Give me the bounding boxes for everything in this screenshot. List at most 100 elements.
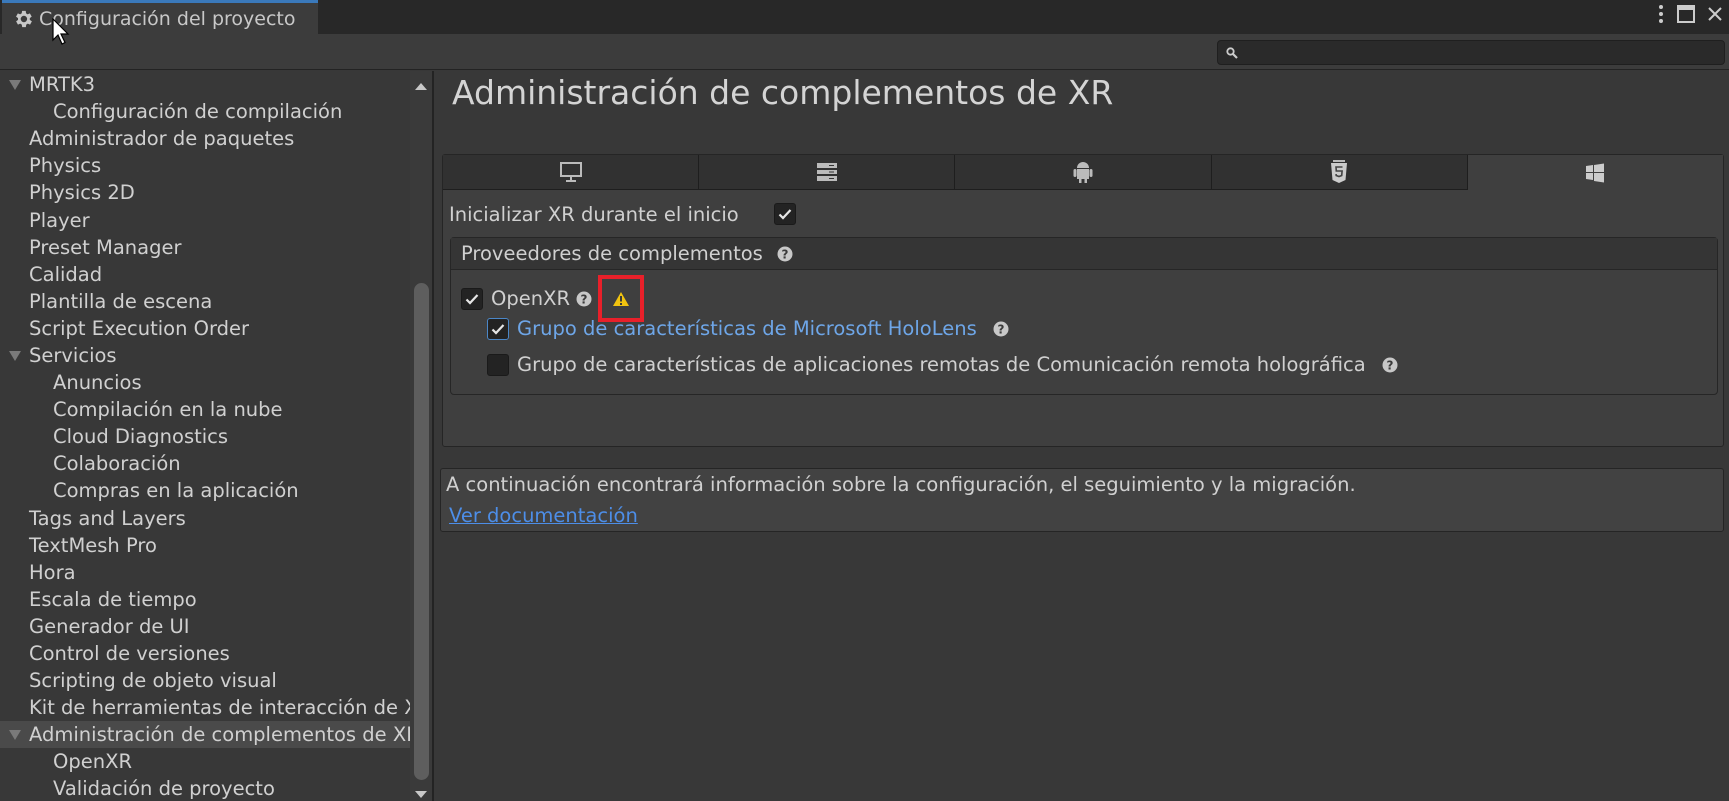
sidebar-item-label: Compras en la aplicación bbox=[53, 479, 299, 503]
scroll-up-arrow-icon[interactable] bbox=[415, 83, 427, 90]
html5-icon bbox=[1331, 160, 1348, 183]
sidebar-item[interactable]: Calidad bbox=[0, 261, 410, 288]
sidebar-item-label: Validación de proyecto bbox=[53, 777, 275, 801]
sidebar-item[interactable]: Control de versiones bbox=[0, 640, 410, 667]
toolbar bbox=[0, 34, 1729, 70]
title-bar: Configuración del proyecto bbox=[0, 0, 1729, 34]
sidebar-item[interactable]: Preset Manager bbox=[0, 234, 410, 261]
sidebar-item-label: Physics 2D bbox=[29, 181, 135, 205]
sidebar-item-label: Hora bbox=[29, 560, 76, 584]
svg-text:?: ? bbox=[997, 322, 1004, 336]
provider-holographic-remoting-row: Grupo de características de aplicaciones… bbox=[487, 353, 1398, 376]
checkmark-icon bbox=[465, 293, 479, 305]
sidebar-item[interactable]: Colaboración bbox=[0, 450, 410, 477]
sidebar-item[interactable]: Scripting de objeto visual bbox=[0, 667, 410, 694]
sidebar-item[interactable]: OpenXR bbox=[0, 748, 410, 775]
sidebar-item[interactable]: Escala de tiempo bbox=[0, 586, 410, 613]
main-panel: Administración de complementos de XR Ini… bbox=[436, 71, 1729, 801]
search-input[interactable] bbox=[1244, 45, 1704, 60]
sidebar-item[interactable]: Compras en la aplicación bbox=[0, 477, 410, 504]
sidebar-item[interactable]: Physics 2D bbox=[0, 179, 410, 206]
holographic-remoting-checkbox[interactable] bbox=[487, 353, 509, 376]
expand-arrow-icon[interactable] bbox=[9, 730, 21, 741]
tab-platform-server[interactable] bbox=[699, 155, 956, 190]
init-xr-checkbox[interactable] bbox=[773, 203, 796, 225]
sidebar-item-label: Administración de complementos de XR bbox=[29, 723, 420, 747]
expand-arrow-icon[interactable] bbox=[9, 80, 21, 90]
scroll-down-arrow-icon[interactable] bbox=[415, 791, 427, 798]
sidebar-item[interactable]: Hora bbox=[0, 559, 410, 586]
openxr-label: OpenXR bbox=[491, 287, 570, 310]
android-icon bbox=[1073, 162, 1093, 183]
provider-hololens-row: Grupo de características de Microsoft Ho… bbox=[487, 317, 1009, 340]
sidebar-item[interactable]: Script Execution Order bbox=[0, 315, 410, 342]
sidebar-item-label: Calidad bbox=[29, 262, 103, 286]
expand-arrow-icon[interactable] bbox=[9, 350, 21, 361]
sidebar-item[interactable]: Physics bbox=[0, 152, 410, 179]
svg-text:?: ? bbox=[1386, 358, 1393, 372]
sidebar-item-label: Physics bbox=[29, 154, 102, 178]
holographic-remoting-label: Grupo de características de aplicaciones… bbox=[517, 353, 1366, 376]
scrollbar-thumb[interactable] bbox=[414, 283, 429, 780]
sidebar-item-label: Servicios bbox=[29, 343, 117, 367]
page-title: Administración de complementos de XR bbox=[452, 73, 1114, 112]
svg-text:?: ? bbox=[781, 247, 788, 261]
tab-platform-android[interactable] bbox=[955, 155, 1212, 190]
tab-project-settings[interactable]: Configuración del proyecto bbox=[2, 0, 318, 34]
sidebar-item[interactable]: Cloud Diagnostics bbox=[0, 423, 410, 450]
sidebar-item[interactable]: Anuncios bbox=[0, 369, 410, 396]
platform-settings-panel: Inicializar XR durante el inicio Proveed… bbox=[442, 154, 1724, 447]
help-icon[interactable]: ? bbox=[777, 246, 793, 262]
sidebar-item[interactable]: Kit de herramientas de interacción de XR bbox=[0, 694, 431, 721]
plugin-providers-box: Proveedores de complementos ? OpenXR ? G… bbox=[450, 237, 1718, 395]
sidebar-item[interactable]: Administración de complementos de XR bbox=[0, 721, 420, 749]
sidebar-item-label: Tags and Layers bbox=[29, 506, 186, 530]
maximize-icon[interactable] bbox=[1677, 5, 1695, 23]
sidebar-item[interactable]: Administrador de paquetes bbox=[0, 125, 410, 152]
sidebar-item[interactable]: MRTK3 bbox=[0, 71, 410, 98]
openxr-checkbox[interactable] bbox=[461, 287, 483, 310]
sidebar-item-label: OpenXR bbox=[53, 750, 132, 774]
sidebar-item[interactable]: Validación de proyecto bbox=[0, 775, 410, 801]
init-xr-row: Inicializar XR durante el inicio bbox=[449, 199, 796, 229]
checkmark-icon bbox=[778, 209, 792, 220]
kebab-menu-icon[interactable] bbox=[1657, 4, 1665, 24]
tab-platform-standalone[interactable] bbox=[443, 155, 700, 190]
sidebar-scrollbar[interactable] bbox=[410, 71, 432, 801]
tab-platform-webgl[interactable] bbox=[1211, 155, 1468, 190]
tab-platform-windows[interactable] bbox=[1467, 155, 1724, 190]
help-icon[interactable]: ? bbox=[576, 291, 592, 307]
view-documentation-link[interactable]: Ver documentación bbox=[449, 504, 638, 527]
sidebar-item-label: Script Execution Order bbox=[29, 316, 250, 340]
hololens-feature-group-label[interactable]: Grupo de características de Microsoft Ho… bbox=[517, 317, 977, 340]
checkmark-icon bbox=[491, 323, 505, 335]
sidebar-item-label: Anuncios bbox=[53, 371, 142, 395]
search-field[interactable] bbox=[1217, 40, 1725, 65]
windows-icon bbox=[1586, 163, 1605, 182]
sidebar-item-label: Compilación en la nube bbox=[53, 398, 283, 422]
sidebar-item-label: Plantilla de escena bbox=[29, 289, 213, 313]
warning-highlight-box[interactable] bbox=[598, 275, 644, 322]
init-xr-label: Inicializar XR durante el inicio bbox=[449, 202, 739, 226]
sidebar-item-label: Control de versiones bbox=[29, 642, 230, 666]
help-icon[interactable]: ? bbox=[993, 321, 1009, 337]
warning-icon[interactable] bbox=[612, 291, 630, 307]
close-icon[interactable] bbox=[1707, 6, 1723, 22]
sidebar-item-label: Kit de herramientas de interacción de XR bbox=[29, 696, 432, 720]
help-icon[interactable]: ? bbox=[1382, 357, 1398, 373]
sidebar-item[interactable]: TextMesh Pro bbox=[0, 532, 410, 559]
sidebar-item[interactable]: Servicios bbox=[0, 342, 410, 369]
sidebar-item-label: Administrador de paquetes bbox=[29, 127, 295, 151]
info-panel: A continuación encontrará información so… bbox=[440, 468, 1724, 532]
hololens-checkbox[interactable] bbox=[487, 317, 509, 340]
sidebar-item[interactable]: Tags and Layers bbox=[0, 505, 410, 532]
sidebar-item-label: Preset Manager bbox=[29, 235, 182, 259]
sidebar-item[interactable]: Configuración de compilación bbox=[0, 98, 410, 125]
search-icon bbox=[1226, 46, 1238, 59]
provider-openxr-row: OpenXR ? bbox=[461, 275, 644, 322]
sidebar-item[interactable]: Plantilla de escena bbox=[0, 288, 410, 315]
sidebar-item[interactable]: Player bbox=[0, 206, 410, 233]
sidebar-item[interactable]: Generador de UI bbox=[0, 613, 410, 640]
sidebar-item-label: Player bbox=[29, 208, 90, 232]
sidebar-item[interactable]: Compilación en la nube bbox=[0, 396, 410, 423]
